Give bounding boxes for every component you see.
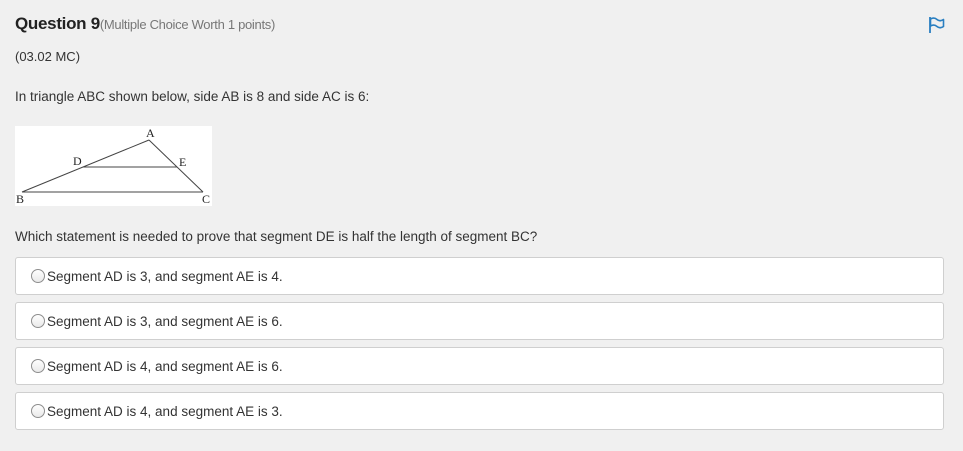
label-e: E <box>179 155 186 169</box>
answer-option-1[interactable]: Segment AD is 3, and segment AE is 4. <box>15 257 944 295</box>
question-stem: In triangle ABC shown below, side AB is … <box>15 89 370 104</box>
label-c: C <box>202 192 210 206</box>
answer-option-3[interactable]: Segment AD is 4, and segment AE is 6. <box>15 347 944 385</box>
answer-option-label: Segment AD is 4, and segment AE is 6. <box>47 358 283 374</box>
answer-options: Segment AD is 3, and segment AE is 4. Se… <box>15 257 944 437</box>
question-worth: (Multiple Choice Worth 1 points) <box>99 17 275 32</box>
answer-option-label: Segment AD is 3, and segment AE is 6. <box>47 313 283 329</box>
radio-button-icon[interactable] <box>31 269 45 283</box>
radio-button-icon[interactable] <box>31 314 45 328</box>
radio-button-icon[interactable] <box>31 404 45 418</box>
label-b: B <box>16 192 24 206</box>
radio-button-icon[interactable] <box>31 359 45 373</box>
question-title: Question 9 <box>15 14 100 33</box>
side-ac <box>148 139 204 193</box>
question-code: (03.02 MC) <box>15 49 81 64</box>
side-ab <box>21 139 150 193</box>
label-a: A <box>146 126 155 140</box>
answer-option-4[interactable]: Segment AD is 4, and segment AE is 3. <box>15 392 944 430</box>
triangle-figure: A D E B C <box>15 126 212 206</box>
question-prompt: Which statement is needed to prove that … <box>15 229 538 244</box>
answer-option-2[interactable]: Segment AD is 3, and segment AE is 6. <box>15 302 944 340</box>
flag-icon[interactable] <box>928 16 946 34</box>
label-d: D <box>73 154 82 168</box>
question-header: Question 9(Multiple Choice Worth 1 point… <box>15 14 275 34</box>
answer-option-label: Segment AD is 4, and segment AE is 3. <box>47 403 283 419</box>
answer-option-label: Segment AD is 3, and segment AE is 4. <box>47 268 283 284</box>
